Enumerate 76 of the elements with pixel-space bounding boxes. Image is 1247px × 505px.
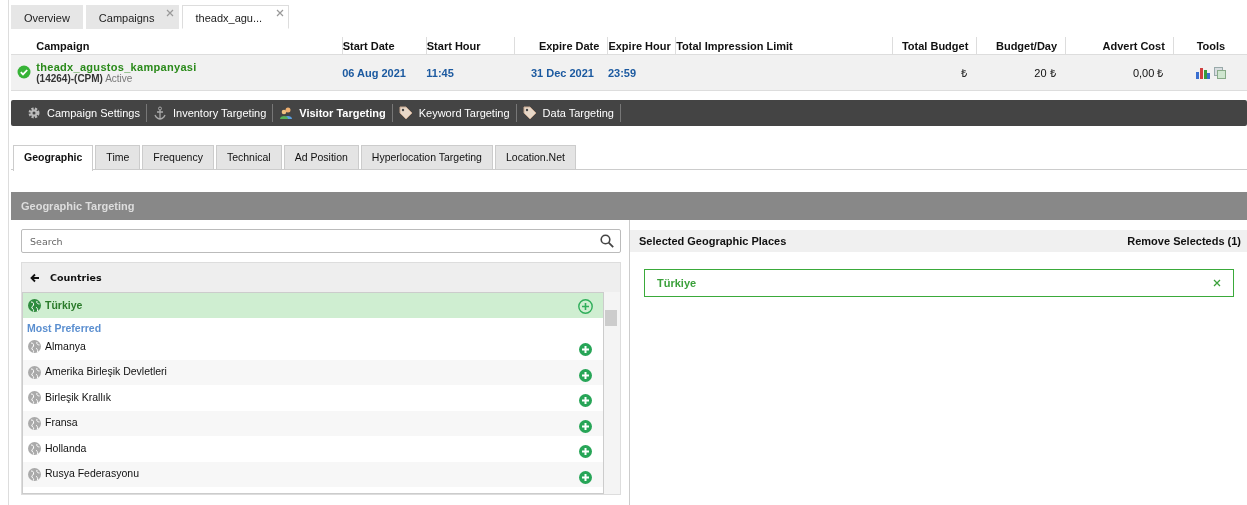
page-tab[interactable]: theadx_agu...: [182, 5, 290, 29]
column-header: Advert Cost: [1065, 37, 1174, 55]
close-icon[interactable]: [166, 9, 175, 17]
country-list-item[interactable]: Almanya: [23, 334, 603, 360]
sub-tab[interactable]: Frequency: [142, 145, 214, 169]
sub-tab[interactable]: Time: [95, 145, 141, 169]
selected-place-chip: Türkiye: [644, 269, 1234, 297]
tag-icon: [522, 106, 537, 120]
globe-icon: [28, 467, 41, 481]
table-cell: 23:59: [607, 66, 637, 79]
globe-icon: [28, 442, 41, 456]
people-icon: [279, 106, 294, 120]
section-tab[interactable]: Data Targeting: [516, 104, 621, 122]
add-icon[interactable]: [578, 393, 593, 409]
globe-icon: [28, 365, 41, 379]
sub-tab[interactable]: Technical: [215, 145, 282, 169]
column-header: Budget/Day: [976, 37, 1066, 55]
table-cell: 06 Aug 2021: [342, 66, 406, 79]
globe-icon: [28, 299, 41, 312]
remove-selected-link[interactable]: Remove Selecteds (1): [1127, 235, 1241, 247]
country-list-item[interactable]: Rusya Federasyonu: [23, 461, 603, 487]
selected-places-title: Selected Geographic Places: [639, 235, 787, 247]
close-icon[interactable]: [276, 9, 285, 17]
page-tab[interactable]: Overview: [11, 5, 83, 29]
add-icon[interactable]: [578, 367, 593, 383]
country-list-item[interactable]: Hollanda: [23, 436, 603, 462]
globe-icon: [28, 416, 41, 430]
panel-header: Geographic Targeting: [11, 192, 1247, 220]
column-header: Tools: [1173, 37, 1247, 55]
section-tab[interactable]: Visitor Targeting: [273, 104, 393, 122]
column-header: Start Hour: [426, 37, 515, 55]
add-icon[interactable]: [578, 444, 593, 460]
add-icon[interactable]: [578, 418, 593, 434]
tag-icon: [398, 106, 413, 120]
back-arrow-icon[interactable]: [30, 272, 40, 283]
scrollbar[interactable]: [604, 292, 620, 494]
sub-tab[interactable]: Ad Position: [283, 145, 359, 169]
table-cell: 11:45: [426, 66, 454, 79]
globe-icon: [28, 391, 41, 405]
country-list-item[interactable]: Fransa: [23, 410, 603, 436]
remove-icon[interactable]: [1213, 279, 1221, 287]
table-cell: 31 Dec 2021: [530, 66, 594, 79]
sub-tab[interactable]: Hyperlocation Targeting: [360, 145, 493, 169]
campaign-status: Active: [105, 73, 133, 84]
column-header: Start Date: [342, 37, 427, 55]
column-header: Total Budget: [892, 37, 977, 55]
country-list-item[interactable]: Birleşik Krallık: [23, 385, 603, 411]
page-tab[interactable]: Campaigns: [85, 5, 180, 29]
add-icon[interactable]: [578, 299, 593, 314]
country-list-item[interactable]: Amerika Birleşik Devletleri: [23, 359, 603, 385]
group-label: Most Preferred: [26, 321, 103, 334]
table-cell: 0,00 ₺: [1132, 67, 1164, 79]
section-tab[interactable]: Keyword Targeting: [392, 104, 517, 122]
campaign-code: (14264)-(CPM): [36, 73, 103, 84]
sub-tab[interactable]: Geographic: [13, 145, 94, 171]
anchor-icon: [152, 106, 167, 120]
search-field[interactable]: Search: [21, 229, 621, 253]
table-cell: ₺: [960, 67, 967, 79]
column-header: Total Impression Limit: [675, 37, 893, 55]
add-icon[interactable]: [578, 342, 593, 358]
column-header: Campaign: [36, 37, 343, 55]
gear-icon: [27, 106, 41, 120]
section-tab[interactable]: Inventory Targeting: [146, 104, 274, 122]
list-title: Countries: [50, 272, 102, 283]
campaign-name-link[interactable]: theadx_agustos_kampanyasi: [36, 61, 343, 73]
copy-icon[interactable]: [1213, 66, 1226, 79]
section-tab[interactable]: Campaign Settings: [21, 104, 147, 122]
table-cell: 20 ₺: [1034, 67, 1056, 79]
country-list-item[interactable]: Türkiye: [23, 293, 603, 318]
column-header: Expire Date: [514, 37, 608, 55]
bar-chart-icon[interactable]: [1195, 66, 1210, 79]
add-icon[interactable]: [578, 469, 593, 485]
column-header: Expire Hour: [607, 37, 676, 55]
globe-icon: [28, 340, 41, 354]
sub-tab[interactable]: Location.Net: [494, 145, 576, 169]
search-icon: [600, 234, 614, 248]
